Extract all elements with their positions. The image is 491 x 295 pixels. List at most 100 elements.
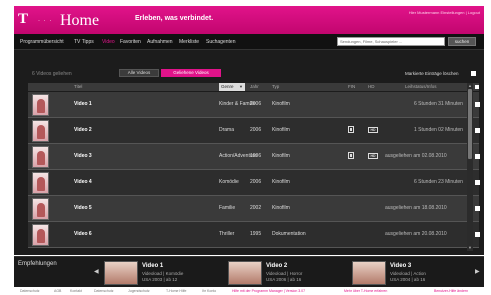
footer-link[interactable]: AGB	[54, 289, 61, 293]
row-checkbox[interactable]	[475, 180, 480, 185]
video-genre: Thriller	[219, 231, 235, 237]
recommendation-item[interactable]: Video 3 Videoload | Action USA 2004 | ab…	[352, 261, 472, 285]
recommendation-meta: USA 2003 | ab 12	[142, 277, 178, 282]
video-year: 2006	[250, 179, 262, 185]
loan-status: ausgeliehen am 18.08.2010	[385, 205, 447, 211]
video-type: Kinofilm	[272, 127, 290, 133]
recommendation-item[interactable]: Video 1 Videoload | Komödie USA 2003 | a…	[104, 261, 224, 285]
loan-status: 6 Stunden 23 Minuten	[414, 179, 463, 185]
recommendations-bar: Empfehlungen ◀ Video 1 Videoload | Komöd…	[14, 256, 484, 287]
recommendations-label: Empfehlungen	[18, 261, 57, 267]
genre-select-label: Genre	[221, 84, 234, 89]
video-thumbnail[interactable]	[32, 172, 49, 194]
thumbnail-figure	[37, 203, 45, 217]
video-year: 2006	[250, 101, 262, 107]
footer-user-help-link[interactable]: Benutzer-Hilfe ändern	[434, 289, 468, 293]
video-title[interactable]: Video 3	[74, 153, 92, 159]
recommendation-thumbnail[interactable]	[352, 261, 386, 285]
recommendation-thumbnail[interactable]	[104, 261, 138, 285]
footer: Datenschutz AGB Kontakt Datenschutz Juge…	[14, 288, 484, 295]
user-info[interactable]: Hier Mustermann Einstellungen | Logout	[409, 10, 480, 15]
nav-item-programmuebersicht[interactable]: Programmübersicht	[20, 39, 64, 45]
table-row[interactable]: Video 6 Thriller 1995 Dokumentation ausg…	[28, 222, 480, 248]
header-checkbox[interactable]	[475, 85, 479, 89]
row-checkbox[interactable]	[475, 232, 480, 237]
scroll-thumb[interactable]	[468, 89, 472, 159]
column-loan-status[interactable]: Leihstatus/Infos	[405, 84, 437, 89]
row-checkbox[interactable]	[475, 128, 480, 133]
chevron-right-icon[interactable]: ▶	[475, 268, 480, 275]
video-year: 1996	[250, 153, 262, 159]
video-thumbnail[interactable]	[32, 198, 49, 220]
recommendation-subtitle: Videoload | Horror	[266, 271, 303, 276]
fin-icon	[348, 126, 354, 133]
video-type: Kinofilm	[272, 101, 290, 107]
scroll-down-icon[interactable]: ▼	[467, 245, 473, 251]
footer-help-link[interactable]: Hilfe mit der Programm Manager | Version…	[232, 289, 305, 293]
nav-item-merkliste[interactable]: Merkliste	[179, 39, 199, 45]
nav-item-tv-tipps[interactable]: TV Tipps	[74, 39, 94, 45]
column-hd: HD	[368, 84, 375, 89]
nav-item-favoriten[interactable]: Favoriten	[120, 39, 141, 45]
footer-link[interactable]: Jugendschutz	[128, 289, 150, 293]
nav-item-video[interactable]: Video	[102, 39, 115, 45]
video-title[interactable]: Video 4	[74, 179, 92, 185]
genre-filter-select[interactable]: Genre ▼	[219, 83, 245, 91]
recommendation-meta: USA 2004 | ab 16	[390, 277, 426, 282]
recommendation-subtitle: Videoload | Komödie	[142, 271, 184, 276]
loan-status: 6 Stunden 31 Minuten	[414, 101, 463, 107]
recommendation-title[interactable]: Video 1	[142, 263, 163, 269]
footer-about-link[interactable]: Mehr über T-Home erfahren	[344, 289, 387, 293]
logo-home-text[interactable]: Home	[60, 12, 99, 30]
recommendation-title[interactable]: Video 2	[266, 263, 287, 269]
video-genre: Komödie	[219, 179, 239, 185]
select-all-checkbox[interactable]	[471, 71, 476, 76]
table-row[interactable]: Video 5 Familie 2002 Kinofilm ausgeliehe…	[28, 196, 480, 222]
video-genre: Drama	[219, 127, 235, 133]
recommendation-thumbnail[interactable]	[228, 261, 262, 285]
footer-link[interactable]: Datenschutz	[94, 289, 113, 293]
video-type: Kinofilm	[272, 179, 290, 185]
table-row[interactable]: Video 3 Action/Adventure 1996 Kinofilm H…	[28, 144, 480, 170]
video-title[interactable]: Video 2	[74, 127, 92, 133]
footer-link[interactable]: Datenschutz	[20, 289, 39, 293]
recommendation-title[interactable]: Video 3	[390, 263, 411, 269]
column-year[interactable]: Jahr	[250, 84, 259, 89]
nav-item-aufnahmen[interactable]: Aufnahmen	[147, 39, 173, 45]
video-thumbnail[interactable]	[32, 224, 49, 246]
table-row[interactable]: Video 1 Kinder & Familie 2006 Kinofilm 6…	[28, 92, 480, 118]
column-type[interactable]: Typ	[272, 84, 279, 89]
recommendation-item[interactable]: Video 2 Videoload | Horror USA 2006 | ab…	[228, 261, 348, 285]
video-thumbnail[interactable]	[32, 94, 49, 116]
video-thumbnail[interactable]	[32, 146, 49, 168]
search-input[interactable]: Sendungen, Filme, Schauspieler ...	[337, 37, 445, 46]
video-list-panel: 6 Videos geliehen Alle Videos Geliehene …	[14, 50, 484, 255]
footer-link[interactable]: T-Home Hilfe	[166, 289, 186, 293]
filter-all-videos-button[interactable]: Alle Videos	[119, 69, 159, 77]
column-title[interactable]: Titel	[74, 84, 82, 89]
video-title[interactable]: Video 1	[74, 101, 92, 107]
column-fin: FIN	[348, 84, 356, 89]
table-row[interactable]: Video 2 Drama 2006 Kinofilm HD 1 Stunden…	[28, 118, 480, 144]
video-title[interactable]: Video 5	[74, 205, 92, 211]
table-row[interactable]: Video 4 Komödie 2006 Kinofilm 6 Stunden …	[28, 170, 480, 196]
delete-marked-label[interactable]: Markierte Einträge löschen	[405, 71, 459, 76]
video-genre: Familie	[219, 205, 236, 211]
thumbnail-figure	[37, 125, 45, 139]
row-checkbox[interactable]	[475, 206, 480, 211]
loan-status: 1 Stunden 02 Minuten	[414, 127, 463, 133]
logo-dots: · · ·	[38, 18, 53, 24]
video-title[interactable]: Video 6	[74, 231, 92, 237]
row-checkbox[interactable]	[475, 102, 480, 107]
footer-link[interactable]: Ihr Konto	[202, 289, 216, 293]
row-checkbox[interactable]	[475, 154, 480, 159]
telekom-logo[interactable]: T	[18, 11, 28, 28]
footer-link[interactable]: Kontakt	[70, 289, 82, 293]
filter-loaned-videos-button[interactable]: Geliehene Videos	[161, 69, 221, 77]
search-button[interactable]: suchen	[448, 37, 476, 46]
chevron-left-icon[interactable]: ◀	[94, 268, 99, 275]
table-scrollbar[interactable]: ▲ ▼	[467, 83, 473, 251]
nav-item-suchagenten[interactable]: Suchagenten	[206, 39, 235, 45]
thumbnail-figure	[37, 229, 45, 243]
video-thumbnail[interactable]	[32, 120, 49, 142]
